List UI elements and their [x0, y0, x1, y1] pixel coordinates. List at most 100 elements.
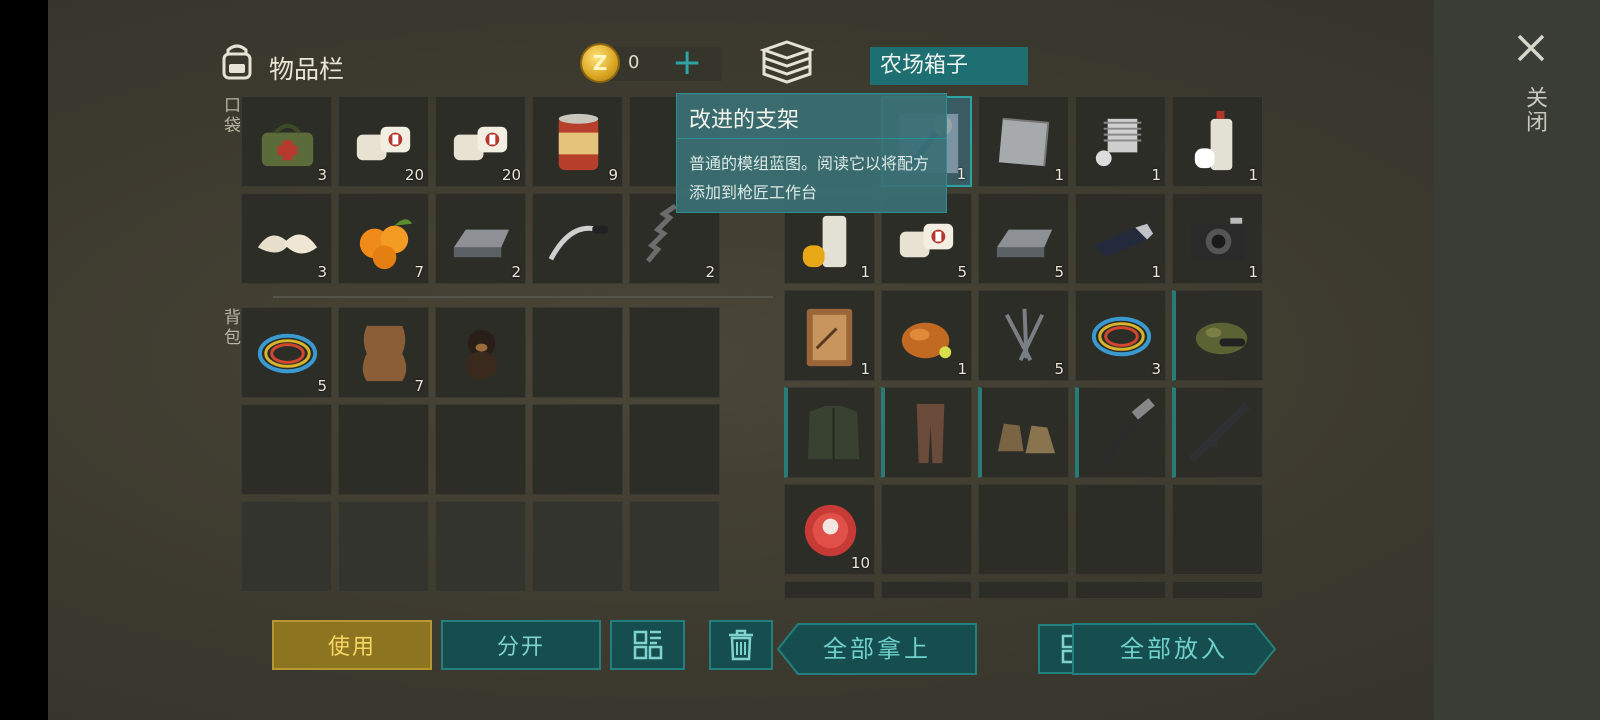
- backpack-slot[interactable]: [338, 404, 429, 495]
- locked-backpack-slot[interactable]: [241, 501, 332, 592]
- puppy-icon: [465, 329, 498, 380]
- container-slot[interactable]: 1: [1172, 96, 1263, 187]
- close-label[interactable]: 关闭: [1518, 86, 1550, 134]
- pocket-slot[interactable]: 20: [435, 96, 526, 187]
- item-count: 1: [1151, 263, 1161, 281]
- pocket-slot[interactable]: 20: [338, 96, 429, 187]
- item-count: 1: [860, 263, 870, 281]
- kumquat-icon: [359, 219, 413, 270]
- tooltip-separator: [677, 138, 946, 139]
- backpack-slot[interactable]: [435, 307, 526, 398]
- container-slot[interactable]: [1075, 387, 1166, 478]
- put-all-button[interactable]: 全部放入: [1071, 622, 1277, 676]
- pocket-slot[interactable]: 2: [435, 193, 526, 284]
- item-count: 5: [957, 263, 967, 281]
- backpack-slot[interactable]: 7: [338, 307, 429, 398]
- container-slot[interactable]: 10: [784, 484, 875, 575]
- pocket-label: 口袋: [220, 96, 240, 136]
- diary-icon: [806, 308, 853, 367]
- split-button[interactable]: 分开: [441, 620, 601, 670]
- item-count: 1: [860, 360, 870, 378]
- container-slot[interactable]: [1075, 581, 1166, 599]
- container-slot[interactable]: 5: [978, 290, 1069, 381]
- container-slot[interactable]: [784, 387, 875, 478]
- item-count: 1: [956, 165, 966, 183]
- locked-backpack-slot[interactable]: [629, 501, 720, 592]
- coin-letter: Z: [592, 51, 608, 75]
- item-count: 5: [1054, 360, 1064, 378]
- medical-bag-icon: [261, 123, 314, 167]
- container-slot[interactable]: [1172, 290, 1263, 381]
- pocket-slot[interactable]: 3: [241, 96, 332, 187]
- backpack-slot[interactable]: [629, 307, 720, 398]
- container-slot[interactable]: 5: [978, 193, 1069, 284]
- item-tooltip: 改进的支架 普通的模组蓝图。阅读它以将配方添加到枪匠工作台: [676, 93, 947, 213]
- locked-backpack-slot[interactable]: [532, 501, 623, 592]
- container-slot[interactable]: 1: [978, 96, 1069, 187]
- item-count: 1: [1054, 166, 1064, 184]
- trash-icon: [729, 629, 753, 661]
- container-slot[interactable]: 1: [784, 290, 875, 381]
- container-slot[interactable]: [978, 581, 1069, 599]
- sort-inventory-button[interactable]: [610, 620, 685, 670]
- container-slot[interactable]: [1172, 581, 1263, 599]
- use-button[interactable]: 使用: [272, 620, 432, 670]
- pocket-slot[interactable]: 7: [338, 193, 429, 284]
- inventory-title: 物品栏: [269, 55, 345, 84]
- container-slot[interactable]: [1172, 484, 1263, 575]
- iron-ingot-icon: [453, 229, 510, 258]
- container-slot[interactable]: [1172, 387, 1263, 478]
- pocket-slot[interactable]: 3: [241, 193, 332, 284]
- take-all-label: 全部拿上: [823, 635, 931, 663]
- take-all-button[interactable]: 全部拿上: [776, 622, 978, 676]
- container-slot[interactable]: 1: [1075, 193, 1166, 284]
- wire-coil-icon: [1091, 316, 1152, 357]
- container-slot[interactable]: 1: [1075, 96, 1166, 187]
- backpack-slot[interactable]: [629, 404, 720, 495]
- put-all-label: 全部放入: [1120, 635, 1228, 663]
- container-slot[interactable]: [881, 581, 972, 599]
- close-icon[interactable]: [1511, 28, 1551, 68]
- item-count: 5: [1054, 263, 1064, 281]
- container-slot[interactable]: [978, 387, 1069, 478]
- engine-cylinder-icon: [1095, 118, 1142, 167]
- container-slot[interactable]: 3: [1075, 290, 1166, 381]
- container-slot[interactable]: [881, 387, 972, 478]
- locked-backpack-slot[interactable]: [435, 501, 526, 592]
- box-stack-icon: [760, 40, 814, 84]
- paint-can-icon: [802, 215, 847, 268]
- canned-food-icon: [558, 113, 599, 171]
- backpack-slot[interactable]: [532, 404, 623, 495]
- right-panel-background: [1434, 0, 1600, 720]
- hammer-icon: [1100, 398, 1155, 464]
- backpack-icon: [222, 44, 252, 80]
- sort-grid-icon: [633, 630, 662, 660]
- container-slot[interactable]: [978, 484, 1069, 575]
- backpack-slot[interactable]: [435, 404, 526, 495]
- discard-button[interactable]: [709, 620, 773, 670]
- tooltip-description: 普通的模组蓝图。阅读它以将配方添加到枪匠工作台: [689, 154, 930, 202]
- container-slot[interactable]: [881, 484, 972, 575]
- add-currency-button[interactable]: +: [672, 44, 702, 82]
- container-slot[interactable]: 1: [1172, 193, 1263, 284]
- item-count: 3: [1151, 360, 1161, 378]
- pocket-slot[interactable]: 9: [532, 96, 623, 187]
- usb-drive-icon: [1093, 223, 1154, 258]
- item-count: 10: [850, 554, 870, 572]
- locked-backpack-slot[interactable]: [338, 501, 429, 592]
- container-slot[interactable]: 1: [881, 290, 972, 381]
- backpack-slot[interactable]: [532, 307, 623, 398]
- spray-paint-icon: [1194, 110, 1233, 171]
- container-slot[interactable]: [784, 581, 875, 599]
- item-count: 2: [705, 263, 715, 281]
- backpack-slot[interactable]: [241, 404, 332, 495]
- item-count: 3: [317, 263, 327, 281]
- iron-ingot-icon: [996, 229, 1053, 258]
- metal-plate-icon: [998, 117, 1050, 167]
- item-count: 3: [317, 166, 327, 184]
- container-slot[interactable]: [1075, 484, 1166, 575]
- backpack-slot[interactable]: 5: [241, 307, 332, 398]
- pocket-slot[interactable]: [532, 193, 623, 284]
- jacket-icon: [807, 405, 860, 460]
- item-count: 7: [414, 263, 424, 281]
